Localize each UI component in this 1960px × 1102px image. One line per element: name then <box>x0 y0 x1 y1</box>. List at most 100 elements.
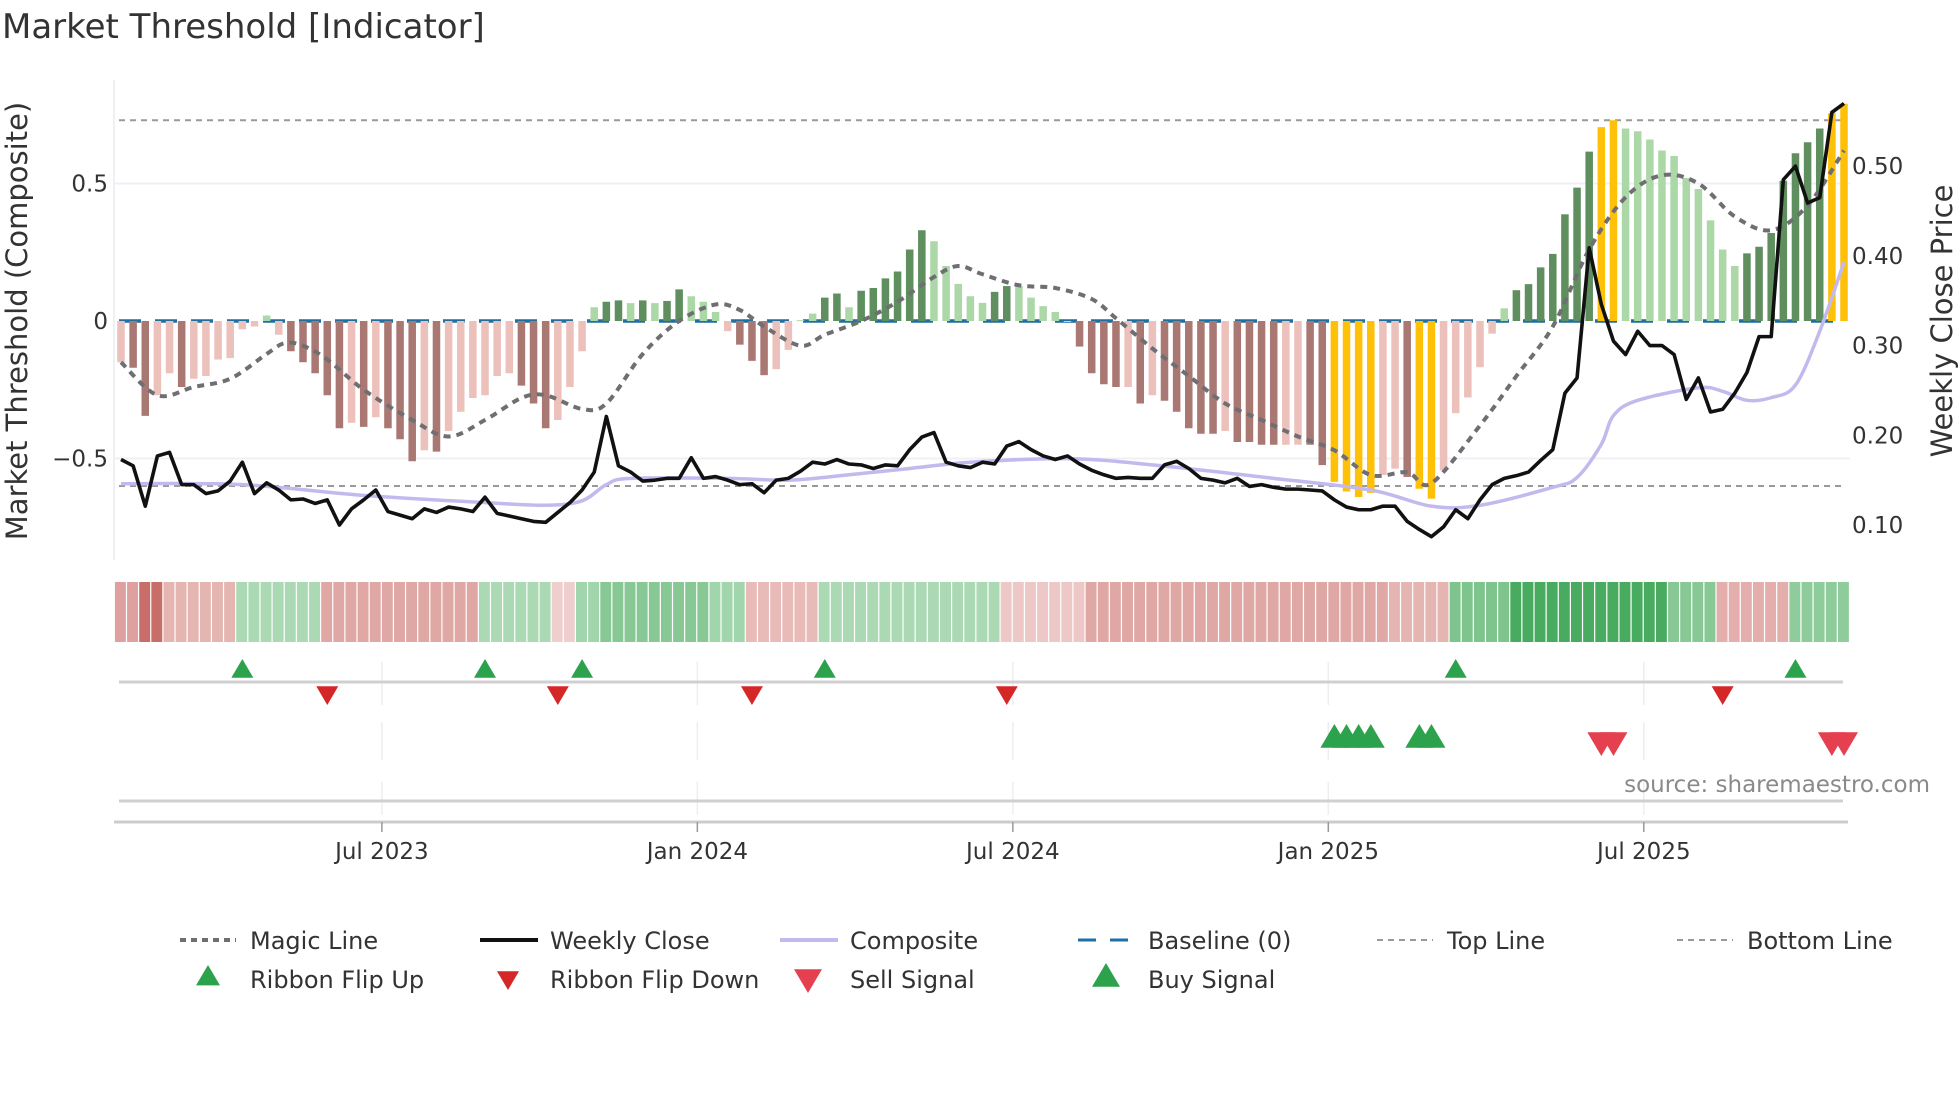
threshold-bar <box>723 321 732 332</box>
threshold-bar <box>990 291 999 321</box>
ribbon-cell <box>1158 582 1170 642</box>
left-tick-label: 0.5 <box>71 172 108 198</box>
ribbon-cell <box>1510 582 1522 642</box>
threshold-bar <box>250 321 259 327</box>
ribbon-flip-down-marker <box>546 686 569 705</box>
ribbon-cell <box>770 582 782 642</box>
ribbon-cell <box>1619 582 1631 642</box>
threshold-bar <box>954 283 962 321</box>
ribbon-cell <box>1413 582 1425 642</box>
threshold-bar <box>1464 321 1472 398</box>
threshold-bar <box>978 302 987 321</box>
ribbon-flip-up-marker <box>1784 659 1807 678</box>
legend-swatch-buy-signal <box>1092 963 1120 987</box>
ribbon-cell <box>1376 582 1388 642</box>
ribbon-cell <box>830 582 842 642</box>
ribbon-cell <box>1668 582 1679 642</box>
threshold-bar <box>1306 321 1314 445</box>
threshold-bar <box>505 321 514 374</box>
ribbon-cell <box>357 582 369 642</box>
ribbon-cell <box>478 582 490 642</box>
ribbon-cell <box>1304 582 1315 642</box>
ribbon-cell <box>1449 582 1461 642</box>
ribbon-cell <box>563 582 575 642</box>
threshold-bar <box>1803 142 1812 321</box>
ribbon-cell <box>1085 582 1097 642</box>
threshold-bar <box>1160 321 1169 401</box>
threshold-bar <box>554 321 562 420</box>
threshold-bar <box>311 321 319 374</box>
threshold-bar <box>1755 246 1763 321</box>
ribbon-cell <box>733 582 745 642</box>
threshold-bar <box>1257 321 1266 445</box>
legend-label-weekly-close: Weekly Close <box>550 927 710 955</box>
ribbon-cell <box>1146 582 1158 642</box>
ribbon-cell <box>296 582 308 642</box>
ribbon-cell <box>127 582 139 642</box>
legend-swatch-ribbon-flip-down <box>497 971 519 990</box>
threshold-bar <box>1063 321 1072 322</box>
threshold-bar <box>1609 120 1618 321</box>
threshold-bar <box>1585 151 1593 321</box>
ribbon-cell <box>1534 582 1546 642</box>
threshold-bar <box>1003 286 1011 321</box>
ribbon-cell <box>236 582 248 642</box>
x-tick-label: Jan 2025 <box>1276 839 1379 865</box>
threshold-bar <box>335 321 344 429</box>
threshold-bar <box>687 296 696 321</box>
right-tick-label: 0.50 <box>1852 154 1903 180</box>
ribbon-cell <box>1109 582 1121 642</box>
threshold-bar <box>1221 321 1229 431</box>
x-axis: Jul 2023 Jan 2024 Jul 2024 Jan 2025 Jul 2025 <box>114 820 1848 865</box>
ribbon-cell <box>1789 582 1801 642</box>
threshold-bar <box>517 321 526 386</box>
ribbon-cell <box>612 582 624 642</box>
threshold-bar <box>1075 321 1084 347</box>
ribbon-cell <box>454 582 466 642</box>
ribbon-cell <box>284 582 296 642</box>
ribbon-cell <box>600 582 612 642</box>
ribbon-cell <box>151 582 163 642</box>
ribbon-cell <box>721 582 733 642</box>
threshold-bar <box>1245 321 1254 442</box>
ribbon-cell <box>381 582 393 642</box>
threshold-bar <box>1451 321 1460 414</box>
ribbon-cell <box>903 582 915 642</box>
ribbon-cell <box>1583 582 1595 642</box>
ribbon-cell <box>1061 582 1073 642</box>
ribbon-cell <box>709 582 721 642</box>
threshold-bar <box>663 300 671 321</box>
threshold-bar <box>1233 321 1242 442</box>
legend-swatch-ribbon-flip-up <box>196 965 220 986</box>
threshold-bar <box>1051 311 1060 321</box>
threshold-bar <box>905 249 914 321</box>
right-tick-label: 0.30 <box>1852 334 1903 360</box>
ribbon-cell <box>891 582 903 642</box>
threshold-bar <box>1561 214 1569 321</box>
threshold-bar <box>1415 321 1424 489</box>
threshold-bar <box>1718 249 1727 321</box>
threshold-bar <box>699 301 708 321</box>
threshold-bar <box>274 321 283 335</box>
threshold-bar <box>117 321 125 363</box>
ribbon-cell <box>1279 582 1291 642</box>
threshold-bar <box>1342 321 1351 492</box>
ribbon-cell <box>187 582 199 642</box>
threshold-bars <box>117 103 1848 499</box>
ribbon-cell <box>406 582 418 642</box>
ribbon-cell <box>782 582 794 642</box>
threshold-bar <box>1743 253 1751 321</box>
left-axis-title: Market Threshold (Composite) <box>0 102 34 540</box>
threshold-bar <box>1379 321 1387 475</box>
chart-title: Market Threshold [Indicator] <box>2 7 485 47</box>
ribbon-cell <box>539 582 551 642</box>
ribbon-cell <box>1777 582 1789 642</box>
threshold-bar <box>202 321 210 376</box>
threshold-bar <box>602 301 611 321</box>
ribbon-cell <box>964 582 976 642</box>
x-tick-label: Jul 2024 <box>964 839 1060 865</box>
threshold-bar <box>1694 189 1703 321</box>
threshold-bar <box>384 321 392 429</box>
ribbon-cell <box>1486 582 1497 642</box>
ribbon-cell <box>1316 582 1328 642</box>
